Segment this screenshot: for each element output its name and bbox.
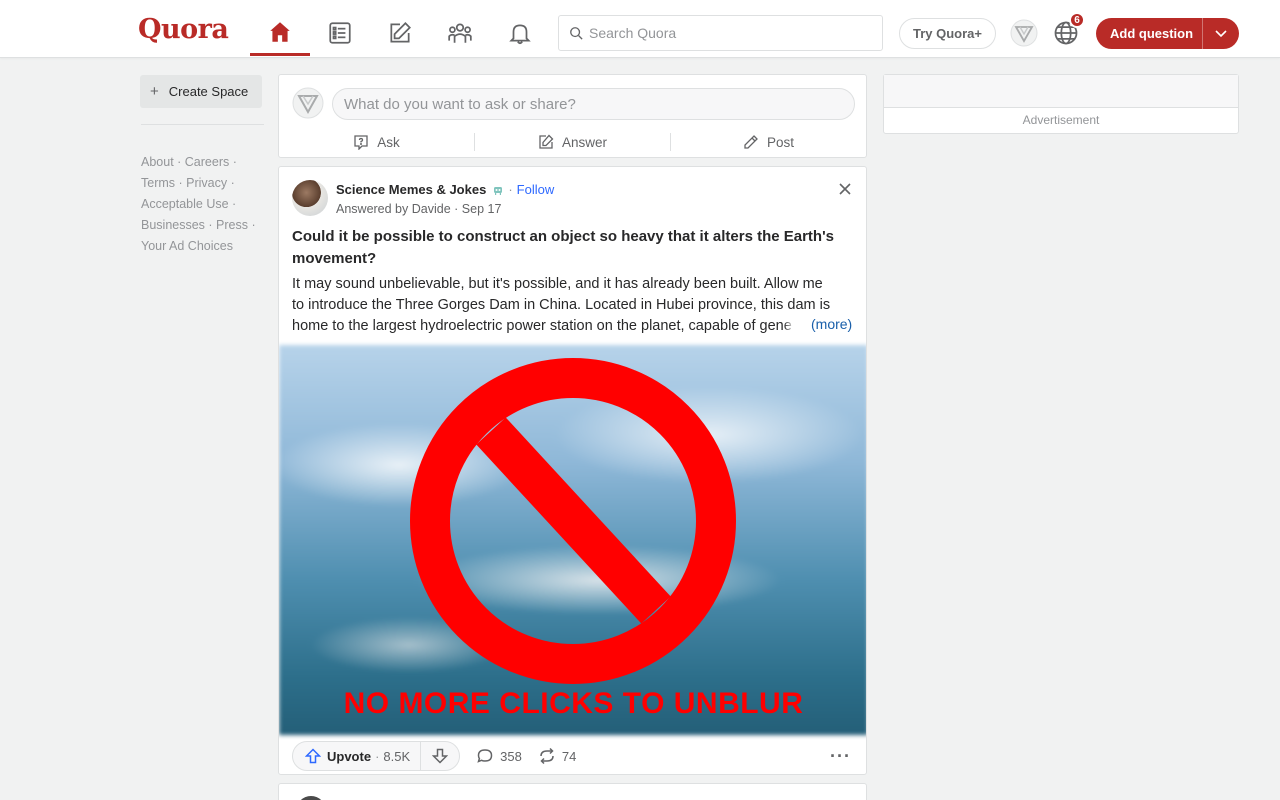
feed-post: Science Memes & Jokes · Follow Answered …	[278, 166, 867, 775]
nav-answer-button[interactable]	[370, 10, 430, 56]
home-icon	[270, 21, 290, 42]
footer-link-privacy[interactable]: Privacy	[186, 176, 227, 190]
pencil-icon	[744, 135, 758, 149]
try-quora-plus-button[interactable]: Try Quora+	[899, 18, 996, 49]
ask-input[interactable]: What do you want to ask or share?	[332, 88, 855, 120]
footer-link-careers[interactable]: Careers	[185, 155, 229, 169]
answered-by[interactable]: Answered by Davide	[336, 202, 451, 216]
answer-button[interactable]: Answer	[475, 130, 670, 154]
user-avatar-icon	[292, 87, 324, 119]
add-question-button[interactable]: Add question	[1096, 18, 1239, 49]
footer-links: About · Careers · Terms · Privacy · Acce…	[141, 155, 256, 253]
spaces-icon	[448, 23, 472, 43]
avatar[interactable]	[296, 796, 326, 800]
answer-line-fade: e	[783, 318, 792, 334]
share-button[interactable]: 74	[538, 747, 576, 765]
close-icon	[839, 183, 851, 195]
post-date[interactable]: Sep 17	[462, 202, 502, 216]
upvote-button[interactable]: Upvote · 8.5K	[293, 742, 422, 770]
ask-button[interactable]: Ask	[279, 130, 474, 154]
post-label: Post	[766, 134, 794, 150]
question-bubble-icon	[354, 135, 368, 150]
ad-slot[interactable]	[884, 75, 1238, 108]
vote-control: Upvote · 8.5K	[292, 741, 461, 771]
answer-line-text: home to the largest hydroelectric power …	[292, 318, 784, 334]
space-avatar[interactable]	[292, 180, 328, 216]
quora-logo[interactable]: Quora	[138, 14, 229, 45]
footer-link-businesses[interactable]: Businesses	[141, 218, 205, 232]
comment-icon	[477, 749, 493, 763]
comments-button[interactable]: 358	[476, 747, 522, 765]
create-space-label: Create Space	[168, 84, 249, 99]
ask-actions: Ask Answer Post	[279, 127, 866, 157]
post-actions: Upvote · 8.5K 358 74 ···	[292, 740, 857, 772]
space-name[interactable]: Science Memes & Jokes	[336, 182, 486, 197]
post-header: Science Memes & Jokes · Follow	[336, 182, 555, 197]
follow-link[interactable]: Follow	[517, 182, 555, 197]
top-navbar: Quora Try Quora+ 6 Add question	[0, 0, 1280, 58]
answer-line: home to the largest hydroelectric power …	[292, 316, 857, 337]
footer-link-press[interactable]: Press	[216, 218, 248, 232]
nav-notifications-button[interactable]	[490, 10, 550, 56]
search-bar[interactable]	[558, 15, 883, 51]
prohibited-sign-icon	[410, 358, 736, 684]
answer-line: to introduce the Three Gorges Dam in Chi…	[292, 297, 831, 313]
sidebar-divider	[141, 124, 264, 125]
footer-link-acceptable-use[interactable]: Acceptable Use	[141, 197, 229, 211]
next-feed-post	[278, 783, 867, 800]
advertisement-label: Advertisement	[1022, 113, 1100, 127]
post-button[interactable]: Post	[671, 130, 866, 154]
bell-icon	[509, 24, 531, 45]
create-space-button[interactable]: + Create Space	[140, 75, 262, 108]
chevron-down-icon	[1215, 29, 1227, 37]
footer-link-about[interactable]: About	[141, 155, 174, 169]
share-count: 74	[561, 748, 577, 764]
question-title[interactable]: Could it be possible to construct an obj…	[292, 226, 852, 270]
robot-emoji-icon	[494, 186, 503, 195]
profile-avatar-icon[interactable]	[1010, 19, 1038, 47]
footer-link-ad-choices[interactable]: Your Ad Choices	[141, 239, 233, 253]
add-question-dropdown[interactable]	[1202, 18, 1239, 49]
nav-following-button[interactable]	[310, 10, 370, 56]
read-more-link[interactable]: (more)	[809, 316, 853, 332]
upvote-arrow-icon	[305, 748, 321, 764]
upvote-label: Upvote	[327, 748, 372, 764]
answer-excerpt[interactable]: It may sound unbelievable, but it's poss…	[292, 274, 857, 337]
downvote-arrow-icon	[432, 748, 449, 764]
search-input[interactable]	[589, 25, 869, 41]
downvote-button[interactable]	[421, 742, 459, 770]
answer-label: Answer	[561, 134, 607, 150]
more-options-button[interactable]: ···	[830, 746, 851, 767]
upvote-count: 8.5K	[383, 748, 411, 764]
pencil-square-icon	[539, 134, 554, 149]
nav-spaces-button[interactable]	[430, 10, 490, 56]
advertisement-card: Advertisement	[883, 74, 1239, 134]
footer-link-terms[interactable]: Terms	[141, 176, 175, 190]
search-icon	[570, 27, 583, 40]
add-question-label: Add question	[1110, 26, 1194, 41]
answer-line: It may sound unbelievable, but it's poss…	[292, 276, 823, 292]
ask-box: What do you want to ask or share? Ask An…	[278, 74, 867, 158]
reshare-icon	[540, 747, 554, 765]
answer-meta: Answered by Davide · Sep 17	[336, 202, 502, 216]
comment-count: 358	[500, 748, 522, 764]
dismiss-post-button[interactable]	[835, 179, 855, 199]
overlay-text: NO MORE CLICKS TO UNBLUR	[343, 687, 804, 720]
pencil-square-icon	[390, 22, 411, 43]
ask-label: Ask	[377, 134, 400, 150]
nav-home-button[interactable]	[250, 10, 310, 56]
plus-icon: +	[150, 83, 159, 100]
notification-badge: 6	[1069, 12, 1085, 28]
following-icon	[329, 22, 351, 44]
